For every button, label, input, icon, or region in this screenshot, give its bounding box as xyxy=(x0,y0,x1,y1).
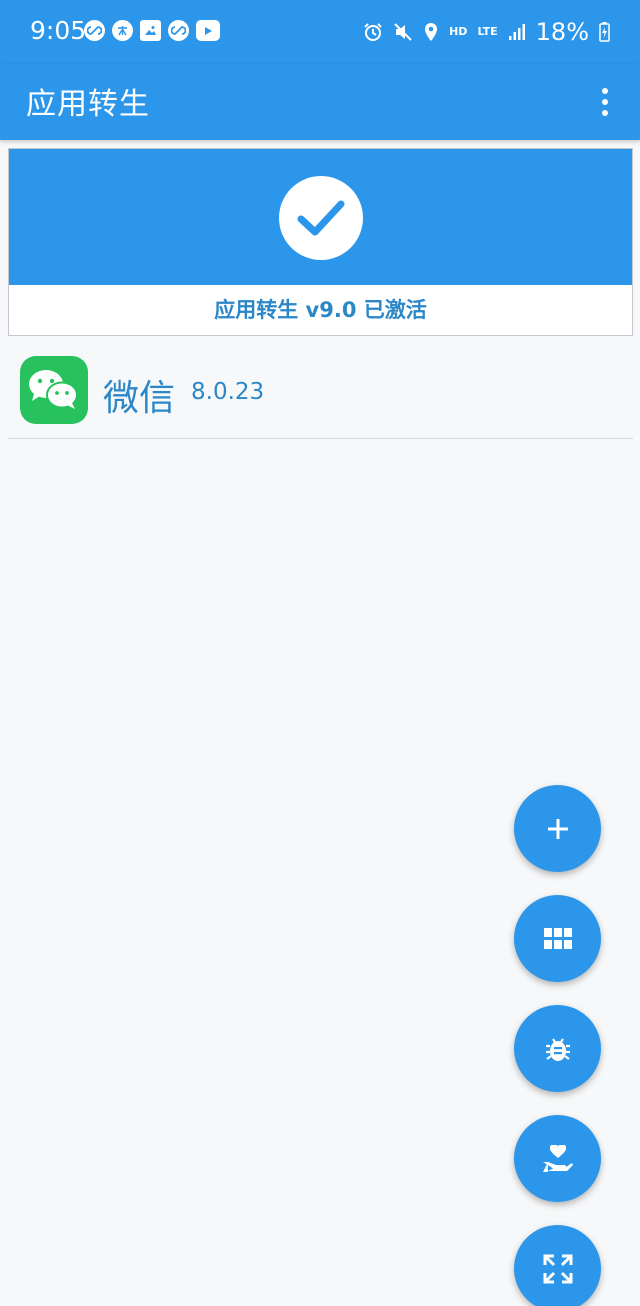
wechat-icon xyxy=(20,356,88,424)
bug-icon xyxy=(545,1037,570,1061)
app-version: 8.0.23 xyxy=(191,379,265,405)
grid-icon xyxy=(543,927,572,949)
donate-heart-icon xyxy=(542,1144,573,1172)
system-status-icons: HD LTE 18% xyxy=(363,18,610,46)
check-circle-icon xyxy=(279,176,363,260)
activation-status-card[interactable]: 应用转生 v9.0 已激活 xyxy=(8,148,633,336)
app-title: 应用转生 xyxy=(26,87,150,122)
notification-icons xyxy=(84,20,220,41)
link-icon xyxy=(168,20,189,41)
plus-icon xyxy=(547,818,568,839)
fullscreen-button[interactable] xyxy=(514,1225,601,1306)
app-name: 微信 xyxy=(103,378,176,419)
status-bar: 9:05 HD LTE 18% xyxy=(0,0,640,64)
alarm-icon xyxy=(363,22,383,42)
list-item[interactable]: 微信 8.0.23 xyxy=(8,345,633,439)
signal-icon xyxy=(508,23,526,41)
battery-percent: 18% xyxy=(535,18,589,46)
mute-icon xyxy=(393,22,413,42)
expand-icon xyxy=(543,1254,572,1283)
status-time: 9:05 xyxy=(30,16,87,45)
location-icon xyxy=(423,22,439,42)
donate-button[interactable] xyxy=(514,1115,601,1202)
lte-indicator: LTE xyxy=(477,25,498,38)
image-icon xyxy=(140,20,161,41)
youtube-icon xyxy=(196,20,220,41)
zhihu-icon xyxy=(112,20,133,41)
activation-banner xyxy=(9,149,632,285)
hd-indicator: HD xyxy=(449,25,468,38)
grid-button[interactable] xyxy=(514,895,601,982)
app-bar: 应用转生 xyxy=(0,64,640,140)
more-vert-icon[interactable] xyxy=(590,82,620,122)
activation-status-text: 应用转生 v9.0 已激活 xyxy=(214,298,427,322)
battery-charging-icon xyxy=(599,22,610,42)
add-button[interactable] xyxy=(514,785,601,872)
debug-button[interactable] xyxy=(514,1005,601,1092)
link-icon xyxy=(84,20,105,41)
